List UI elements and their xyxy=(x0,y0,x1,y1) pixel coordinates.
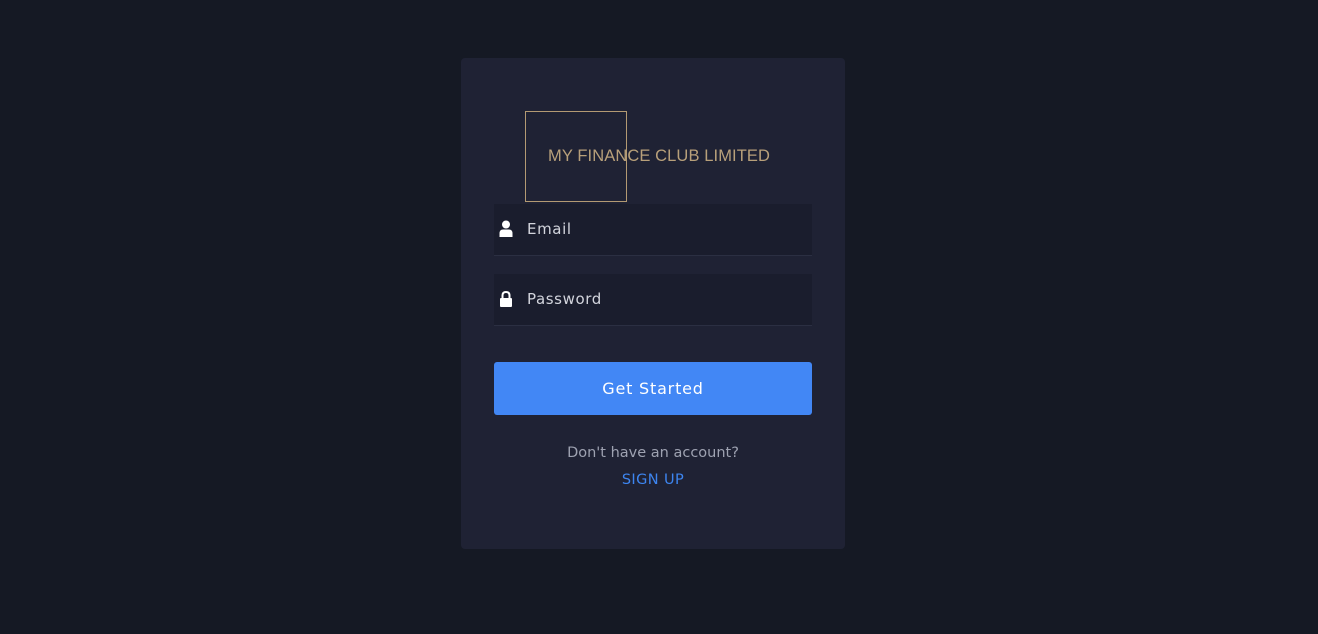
user-icon xyxy=(499,220,513,238)
email-input[interactable] xyxy=(527,204,797,254)
get-started-button[interactable]: Get Started xyxy=(494,362,812,415)
login-card: MY FINANCE CLUB LIMITED Get Started Don'… xyxy=(461,58,845,549)
email-field-group xyxy=(494,204,812,256)
password-input[interactable] xyxy=(527,274,797,324)
signup-link-row: SIGN UP xyxy=(461,472,845,488)
password-field-group xyxy=(494,274,812,326)
brand-logo: MY FINANCE CLUB LIMITED xyxy=(525,111,785,203)
signup-prompt: Don't have an account? xyxy=(567,445,739,461)
lock-icon xyxy=(499,290,513,308)
signup-link[interactable]: SIGN UP xyxy=(622,472,684,488)
brand-name: MY FINANCE CLUB LIMITED xyxy=(548,147,771,165)
